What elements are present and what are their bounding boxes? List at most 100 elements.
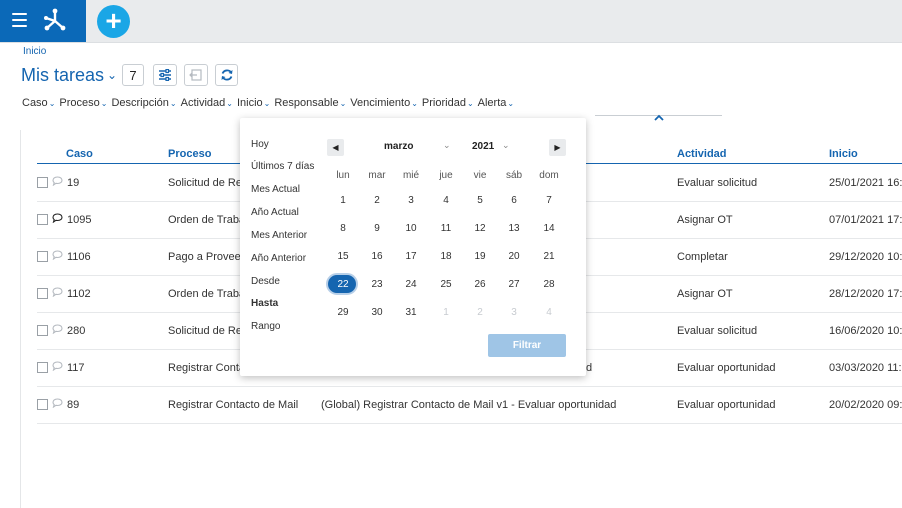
- comment-icon[interactable]: [52, 176, 63, 189]
- chevron-down-icon[interactable]: ⌄: [443, 140, 451, 151]
- bizagi-logo[interactable]: [42, 7, 68, 38]
- calendar-day[interactable]: 10: [394, 223, 428, 234]
- calendar-day[interactable]: 12: [463, 223, 497, 234]
- date-option[interactable]: Mes Anterior: [251, 230, 307, 241]
- release-button[interactable]: [184, 64, 208, 86]
- calendar-day[interactable]: 2: [360, 195, 394, 206]
- calendar-day[interactable]: 13: [497, 223, 531, 234]
- year-select[interactable]: 2021: [472, 141, 494, 152]
- filter-settings-button[interactable]: [153, 64, 177, 86]
- chevron-down-icon: ⌄: [100, 99, 108, 108]
- calendar-day[interactable]: 3: [394, 195, 428, 206]
- chevron-up-icon[interactable]: [654, 112, 664, 124]
- calendar-day[interactable]: 28: [532, 279, 566, 290]
- date-option[interactable]: Rango: [251, 321, 280, 332]
- calendar-day[interactable]: 17: [394, 251, 428, 262]
- cell-caso[interactable]: 19: [67, 177, 79, 189]
- calendar-day[interactable]: 9: [360, 223, 394, 234]
- cell-actividad: Completar: [677, 251, 728, 263]
- row-checkbox[interactable]: [37, 399, 48, 410]
- row-checkbox[interactable]: [37, 177, 48, 188]
- calendar-day[interactable]: 27: [497, 279, 531, 290]
- comment-icon[interactable]: [52, 287, 63, 300]
- calendar-day[interactable]: 7: [532, 195, 566, 206]
- filter-vencimiento[interactable]: Vencimiento⌄: [350, 97, 418, 109]
- calendar-day[interactable]: 1: [326, 195, 360, 206]
- filter-caso[interactable]: Caso⌄: [22, 97, 55, 109]
- cell-caso[interactable]: 89: [67, 399, 79, 411]
- cell-caso[interactable]: 117: [67, 362, 85, 374]
- column-header-actividad[interactable]: Actividad: [677, 148, 727, 160]
- filter-responsable[interactable]: Responsable⌄: [274, 97, 346, 109]
- chevron-down-icon: ⌄: [339, 99, 347, 108]
- filter-actividad[interactable]: Actividad⌄: [181, 97, 233, 109]
- comment-icon[interactable]: [52, 213, 63, 226]
- weekday-header: dom: [539, 170, 559, 181]
- date-option[interactable]: Año Actual: [251, 207, 299, 218]
- prev-month-button[interactable]: ◀: [327, 139, 344, 156]
- calendar-day[interactable]: 20: [497, 251, 531, 262]
- calendar-day[interactable]: 22: [326, 279, 360, 290]
- date-option[interactable]: Año Anterior: [251, 253, 306, 264]
- new-case-button[interactable]: +: [97, 5, 130, 38]
- table-row[interactable]: 89 Registrar Contacto de Mail (Global) Reg…: [37, 386, 902, 424]
- row-checkbox[interactable]: [37, 251, 48, 262]
- calendar-day[interactable]: 5: [463, 195, 497, 206]
- column-header-inicio[interactable]: Inicio: [829, 148, 858, 160]
- cell-caso[interactable]: 1102: [67, 288, 91, 300]
- calendar-day[interactable]: 23: [360, 279, 394, 290]
- calendar-day[interactable]: 6: [497, 195, 531, 206]
- calendar-day[interactable]: 4: [429, 195, 463, 206]
- date-option[interactable]: Desde: [251, 276, 280, 287]
- column-header-caso[interactable]: Caso: [66, 148, 93, 160]
- column-header-proceso[interactable]: Proceso: [168, 148, 211, 160]
- row-checkbox[interactable]: [37, 288, 48, 299]
- cell-actividad: Asignar OT: [677, 288, 733, 300]
- calendar-day[interactable]: 14: [532, 223, 566, 234]
- calendar-day[interactable]: 24: [394, 279, 428, 290]
- calendar-day[interactable]: 8: [326, 223, 360, 234]
- filter-prioridad[interactable]: Prioridad⌄: [422, 97, 474, 109]
- date-option[interactable]: Mes Actual: [251, 184, 300, 195]
- calendar-day[interactable]: 15: [326, 251, 360, 262]
- calendar-day[interactable]: 30: [360, 307, 394, 318]
- chevron-down-icon: ⌄: [169, 99, 177, 108]
- chevron-down-icon[interactable]: ⌄: [502, 140, 510, 151]
- row-checkbox[interactable]: [37, 325, 48, 336]
- calendar-day[interactable]: 18: [429, 251, 463, 262]
- calendar-day[interactable]: 11: [429, 223, 463, 234]
- calendar-day[interactable]: 25: [429, 279, 463, 290]
- calendar-day[interactable]: 26: [463, 279, 497, 290]
- page-title[interactable]: Mis tareas ⌄: [21, 65, 117, 86]
- calendar-day[interactable]: 19: [463, 251, 497, 262]
- filtrar-button[interactable]: Filtrar: [488, 334, 566, 357]
- month-select[interactable]: marzo: [384, 141, 413, 152]
- next-month-button[interactable]: ▶: [549, 139, 566, 156]
- breadcrumb[interactable]: Inicio: [23, 46, 46, 57]
- calendar-day[interactable]: 29: [326, 307, 360, 318]
- row-checkbox[interactable]: [37, 362, 48, 373]
- calendar-day[interactable]: 31: [394, 307, 428, 318]
- chevron-down-icon: ⌄: [226, 99, 233, 108]
- cell-caso[interactable]: 280: [67, 325, 85, 337]
- date-option[interactable]: Hoy: [251, 139, 269, 150]
- filter-descripcion[interactable]: Descripción⌄: [111, 97, 176, 109]
- comment-icon[interactable]: [52, 361, 63, 374]
- filter-inicio[interactable]: Inicio⌄: [237, 97, 270, 109]
- filter-alerta[interactable]: Alerta⌄: [478, 97, 514, 109]
- comment-icon[interactable]: [52, 250, 63, 263]
- cell-caso[interactable]: 1095: [67, 214, 91, 226]
- cell-inicio: 07/01/2021 17:3: [829, 214, 902, 226]
- comment-icon[interactable]: [52, 398, 63, 411]
- hamburger-icon[interactable]: [12, 13, 27, 27]
- row-checkbox[interactable]: [37, 214, 48, 225]
- filter-proceso[interactable]: Proceso⌄: [59, 97, 107, 109]
- cell-caso[interactable]: 1106: [67, 251, 91, 263]
- refresh-button[interactable]: [215, 64, 238, 86]
- calendar-day[interactable]: 16: [360, 251, 394, 262]
- date-option[interactable]: Hasta: [251, 298, 278, 309]
- cell-proceso: Solicitud de Rei: [168, 177, 245, 189]
- comment-icon[interactable]: [52, 324, 63, 337]
- date-option[interactable]: Últimos 7 días: [251, 161, 314, 172]
- calendar-day[interactable]: 21: [532, 251, 566, 262]
